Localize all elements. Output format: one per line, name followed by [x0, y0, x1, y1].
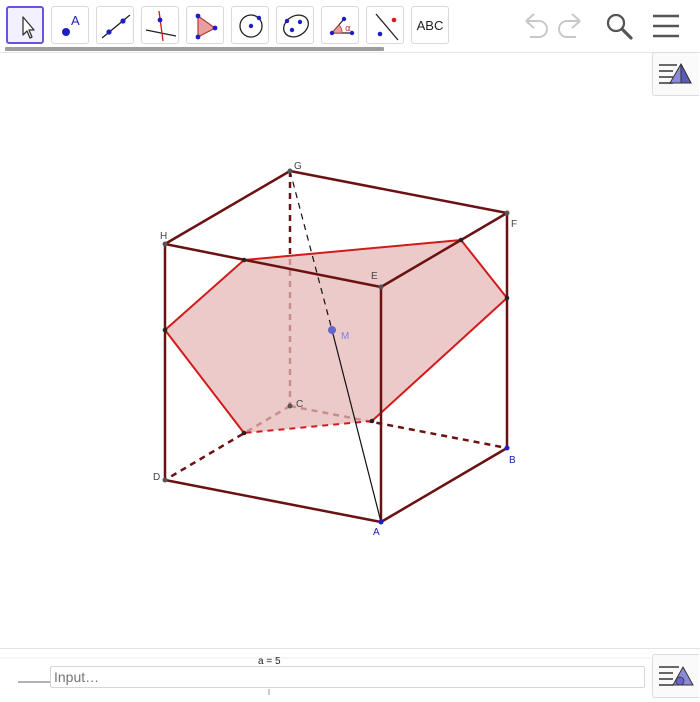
point-h[interactable]	[162, 241, 168, 247]
label-d: D	[153, 472, 160, 483]
point-c[interactable]	[287, 403, 293, 409]
text-tool-button[interactable]: ABC	[411, 6, 449, 44]
polygon-tool-icon	[195, 13, 218, 40]
search-icon[interactable]	[603, 10, 635, 42]
label-f: F	[511, 219, 517, 230]
label-m: M	[341, 331, 349, 342]
redo-icon[interactable]	[556, 10, 586, 42]
point-b[interactable]	[504, 445, 510, 451]
edge-hg	[164, 169, 291, 246]
line-tool-button[interactable]	[96, 6, 134, 44]
label-e: E	[371, 271, 378, 282]
point-tool-label: A	[71, 13, 80, 28]
circle-tool-button[interactable]	[231, 6, 269, 44]
point-tool-icon: A	[62, 13, 80, 36]
toolbar-scrollbar[interactable]	[5, 47, 384, 51]
algebra-input-field[interactable]	[50, 666, 645, 688]
point-e[interactable]	[378, 284, 384, 290]
edge-ab	[380, 446, 508, 524]
point-tool-button[interactable]: A	[51, 6, 89, 44]
graphics-view[interactable]: A B C D E F G H M	[0, 0, 700, 700]
point-m[interactable]	[328, 326, 336, 334]
ellipse-tool-button[interactable]	[276, 6, 314, 44]
perpendicular-tool-button[interactable]	[141, 6, 179, 44]
move-tool-button[interactable]	[6, 6, 44, 44]
algebra-style-bar-button[interactable]	[652, 654, 699, 698]
point-a[interactable]	[378, 519, 384, 525]
angle-tool-icon: α	[329, 16, 355, 36]
edge-da	[164, 478, 382, 524]
reflect-tool-icon	[375, 13, 399, 41]
style-bar-algebra-icon	[659, 665, 694, 686]
algebra-input-bar: a = 5	[0, 648, 700, 701]
cross-section-polygon[interactable]	[165, 240, 507, 433]
angle-tool-label: α	[345, 24, 351, 34]
label-g: G	[294, 161, 302, 172]
label-c: C	[296, 399, 303, 410]
point-f[interactable]	[504, 210, 510, 216]
polygon-tool-button[interactable]	[186, 6, 224, 44]
graphics-style-bar-button[interactable]	[652, 52, 699, 96]
circle-tool-icon	[239, 14, 263, 38]
perpendicular-line-icon	[145, 10, 177, 42]
undo-icon[interactable]	[520, 10, 550, 42]
label-b: B	[509, 455, 516, 466]
style-bar-3d-icon	[659, 62, 692, 84]
menu-icon[interactable]	[651, 10, 681, 42]
label-a: A	[373, 527, 380, 538]
move-cursor-icon	[22, 16, 35, 39]
edge-gf	[289, 169, 508, 215]
angle-tool-button[interactable]: α	[321, 6, 359, 44]
point-g[interactable]	[287, 168, 293, 174]
point-d[interactable]	[162, 477, 168, 483]
ellipse-tool-icon	[283, 14, 309, 38]
reflect-tool-button[interactable]	[366, 6, 404, 44]
text-tool-label: ABC	[416, 18, 444, 33]
line-tool-icon	[101, 14, 131, 39]
toolbar: A α ABC	[0, 0, 700, 53]
label-h: H	[160, 231, 167, 242]
